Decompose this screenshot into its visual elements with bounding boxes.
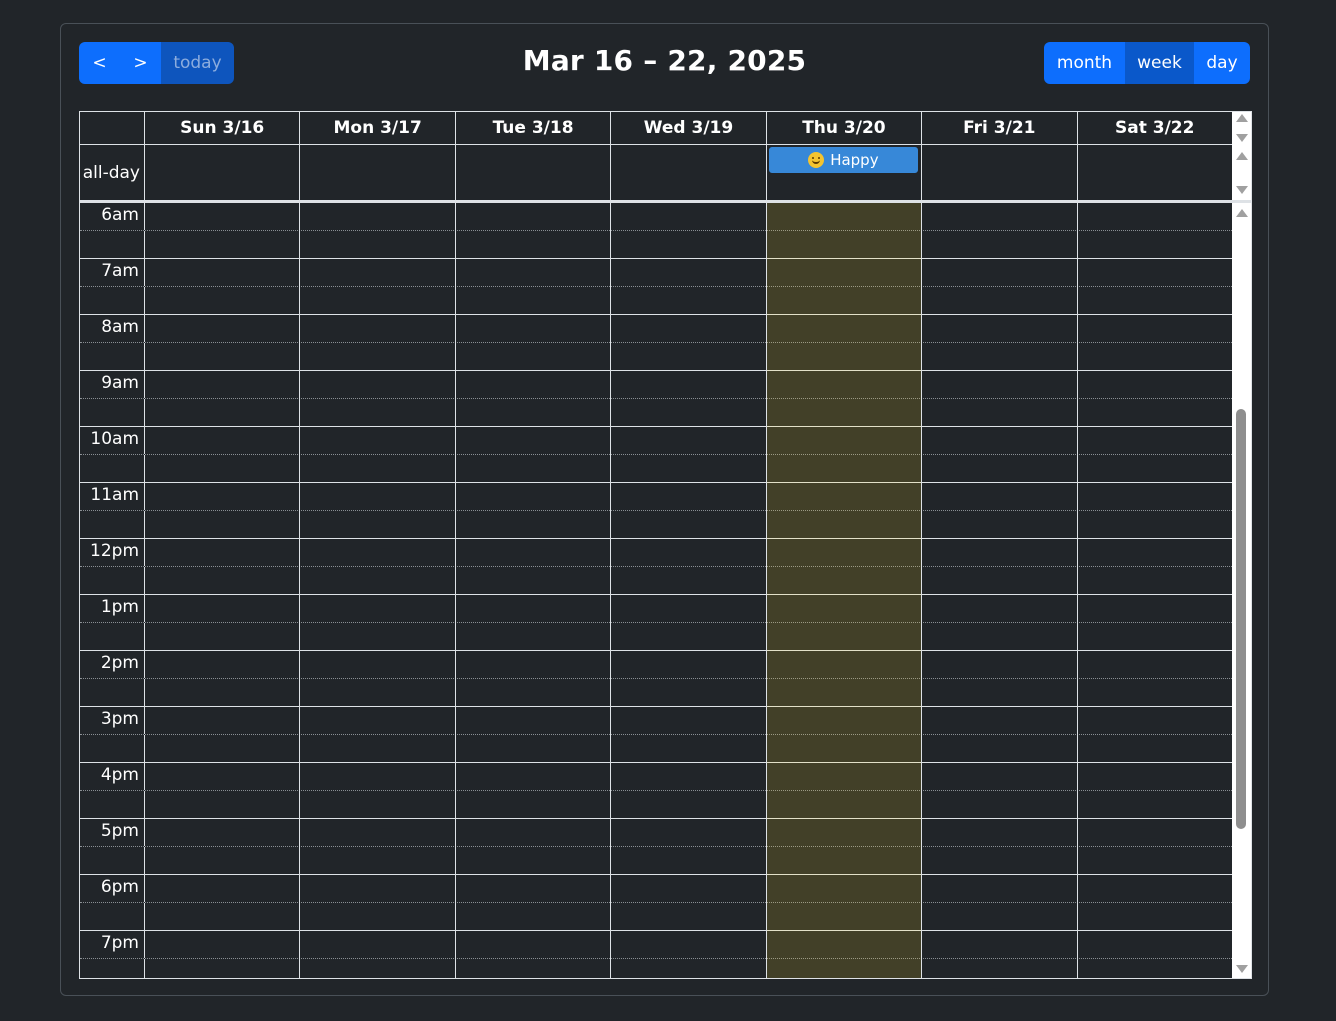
time-label: 7am — [80, 259, 145, 286]
time-slot-row: 12pm — [80, 539, 1232, 567]
day-header-thu[interactable]: Thu 3/20 — [767, 112, 923, 144]
scroll-down-arrow-icon[interactable] — [1236, 134, 1248, 142]
month-view-button[interactable]: month — [1044, 42, 1125, 84]
day-header-fri[interactable]: Fri 3/21 — [922, 112, 1078, 144]
time-slot-row: 2pm — [80, 651, 1232, 679]
scroll-up-arrow-icon[interactable] — [1236, 209, 1248, 217]
time-slot-row — [80, 567, 1232, 595]
time-label-empty — [80, 791, 145, 818]
time-label: 1pm — [80, 595, 145, 622]
time-label: 7pm — [80, 931, 145, 958]
time-label: 9am — [80, 371, 145, 398]
time-label-empty — [80, 959, 145, 978]
time-label-empty — [80, 231, 145, 258]
time-slot-row — [80, 903, 1232, 931]
time-label-empty — [80, 455, 145, 482]
time-slot-row — [80, 399, 1232, 427]
day-header-mon[interactable]: Mon 3/17 — [300, 112, 456, 144]
time-label-empty — [80, 847, 145, 874]
time-label: 8am — [80, 315, 145, 342]
time-slot-row — [80, 791, 1232, 819]
time-slot-row — [80, 679, 1232, 707]
time-label: 11am — [80, 483, 145, 510]
time-label-empty — [80, 679, 145, 706]
all-day-row: all-day Happy — [80, 145, 1232, 200]
day-header-row: Sun 3/16 Mon 3/17 Tue 3/18 Wed 3/19 Thu … — [80, 112, 1232, 145]
scroll-down-arrow-icon[interactable] — [1236, 965, 1248, 973]
day-header-tue[interactable]: Tue 3/18 — [456, 112, 612, 144]
time-label: 5pm — [80, 819, 145, 846]
time-label-empty — [80, 511, 145, 538]
all-day-cell[interactable] — [145, 145, 301, 200]
all-day-cell[interactable] — [456, 145, 612, 200]
time-slot-row — [80, 287, 1232, 315]
time-slot-row: 11am — [80, 483, 1232, 511]
time-slot-row — [80, 959, 1232, 978]
all-day-cell[interactable] — [922, 145, 1078, 200]
time-label-empty — [80, 343, 145, 370]
event-happy[interactable]: Happy — [768, 147, 919, 173]
time-slot-row — [80, 623, 1232, 651]
time-slot-row: 5pm — [80, 819, 1232, 847]
time-slot-row: 1pm — [80, 595, 1232, 623]
time-label-empty — [80, 623, 145, 650]
time-slot-row: 7pm — [80, 931, 1232, 959]
day-view-button[interactable]: day — [1194, 42, 1250, 84]
axis-header — [80, 112, 145, 144]
time-slot-row: 6am — [80, 203, 1232, 231]
time-slot-row — [80, 735, 1232, 763]
time-slot-row: 4pm — [80, 763, 1232, 791]
time-grid: 6am 7am 8am 9am 10am 11am 12pm 1pm 2pm 3pm 4pm 5pm 6… — [80, 203, 1232, 978]
calendar-card: < > today Mar 16 – 22, 2025 month week d… — [60, 23, 1269, 996]
time-slot-row — [80, 511, 1232, 539]
scroll-down-arrow-icon[interactable] — [1236, 186, 1248, 194]
day-header-wed[interactable]: Wed 3/19 — [611, 112, 767, 144]
time-slot-row: 10am — [80, 427, 1232, 455]
time-grid-scrollbar[interactable] — [1232, 203, 1251, 978]
all-day-cell[interactable] — [611, 145, 767, 200]
time-label-empty — [80, 735, 145, 762]
all-day-cell[interactable] — [300, 145, 456, 200]
time-slot-row: 8am — [80, 315, 1232, 343]
all-day-cell[interactable] — [1078, 145, 1232, 200]
view-button-group: month week day — [1044, 42, 1250, 84]
day-header-sun[interactable]: Sun 3/16 — [145, 112, 301, 144]
day-header-sat[interactable]: Sat 3/22 — [1078, 112, 1232, 144]
week-view-button[interactable]: week — [1125, 42, 1194, 84]
time-label-empty — [80, 287, 145, 314]
time-slot-row: 3pm — [80, 707, 1232, 735]
time-label: 12pm — [80, 539, 145, 566]
time-label: 2pm — [80, 651, 145, 678]
time-slot-row — [80, 231, 1232, 259]
time-label-empty — [80, 903, 145, 930]
time-label: 6am — [80, 203, 145, 230]
scroll-up-arrow-icon[interactable] — [1236, 152, 1248, 160]
week-calendar: Sun 3/16 Mon 3/17 Tue 3/18 Wed 3/19 Thu … — [79, 111, 1252, 979]
time-label: 4pm — [80, 763, 145, 790]
time-slot-row — [80, 455, 1232, 483]
event-title: Happy — [830, 151, 879, 169]
time-slot-row — [80, 847, 1232, 875]
time-slot-row: 9am — [80, 371, 1232, 399]
time-slots: 6am 7am 8am 9am 10am 11am 12pm 1pm 2pm 3pm 4pm 5pm 6… — [80, 203, 1232, 978]
time-label: 6pm — [80, 875, 145, 902]
all-day-label: all-day — [80, 145, 145, 200]
all-day-cell[interactable]: Happy — [767, 145, 923, 200]
scrollbar-thumb[interactable] — [1236, 409, 1246, 829]
smiling-face-icon — [808, 152, 825, 168]
time-slot-row: 7am — [80, 259, 1232, 287]
scroll-up-arrow-icon[interactable] — [1236, 114, 1248, 122]
time-label: 10am — [80, 427, 145, 454]
time-label-empty — [80, 567, 145, 594]
time-label: 3pm — [80, 707, 145, 734]
time-label-empty — [80, 399, 145, 426]
all-day-scrollbar[interactable] — [1232, 112, 1251, 200]
time-slot-row: 6pm — [80, 875, 1232, 903]
time-slot-row — [80, 343, 1232, 371]
